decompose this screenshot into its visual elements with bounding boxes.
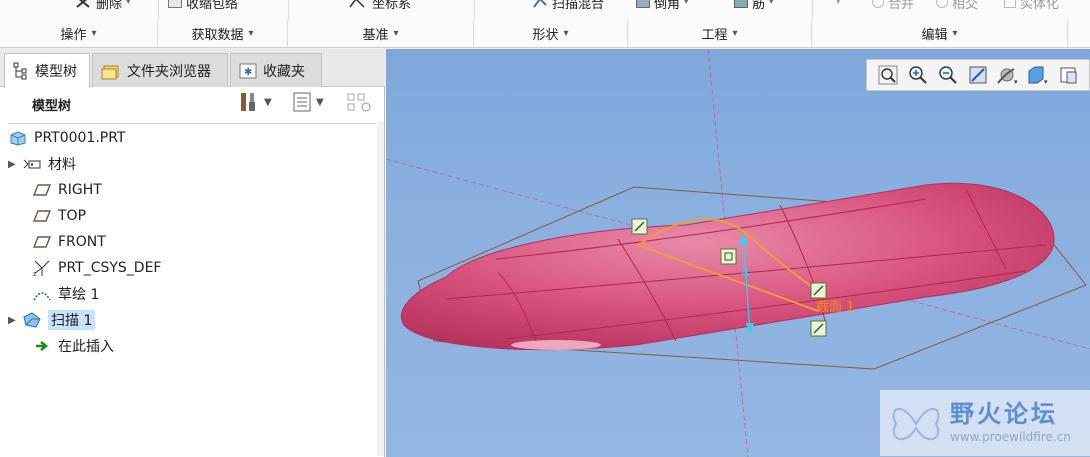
expand-arrow-icon[interactable]: ▶	[8, 315, 22, 326]
datum-plane-icon	[32, 233, 52, 251]
sweep-icon	[22, 311, 42, 329]
list-icon	[293, 92, 311, 112]
delete-button[interactable]: 删除 ▾	[74, 0, 131, 12]
dimension-value[interactable]: 4	[741, 266, 749, 281]
part-icon	[8, 129, 28, 147]
zoom-in-icon	[909, 66, 927, 84]
tab-favorites[interactable]: ✱ 收藏夹	[230, 53, 322, 87]
surface-highlight	[511, 340, 601, 350]
model-tree-icon	[13, 62, 27, 80]
section-label[interactable]: 截面 1	[816, 300, 854, 315]
zoom-out-icon	[939, 66, 957, 84]
zoom-fit-button[interactable]	[875, 63, 901, 87]
ribbon-command-row: 删除 ▾ 收缩包络 坐标系 扫描混合 倒角 ▾ 筋 ▾ ▾ 合并 相交 实体化	[0, 0, 1090, 20]
navigator-tabs: 模型树 文件夹浏览器 ✱ 收藏夹	[0, 49, 385, 88]
sketch-icon	[32, 285, 52, 303]
ribbon: 删除 ▾ 收缩包络 坐标系 扫描混合 倒角 ▾ 筋 ▾ ▾ 合并 相交 实体化 …	[0, 0, 1090, 48]
merge-button[interactable]: 合并	[872, 0, 914, 12]
shrinkwrap-button[interactable]: 收缩包络	[168, 0, 238, 12]
intersect-icon	[936, 0, 948, 8]
csys-icon: z	[32, 259, 52, 277]
delete-icon	[76, 0, 90, 8]
display-style-icon: ▾	[997, 68, 1018, 85]
view-manager-button[interactable]	[1055, 63, 1081, 87]
graphics-viewport[interactable]: 4 截面 1 ▾ ▾ 野火论坛 www.proewildfire.cn	[386, 49, 1090, 457]
rib-button[interactable]: 筋 ▾	[734, 0, 774, 12]
repaint-button[interactable]	[965, 63, 991, 87]
folder-icon	[101, 65, 119, 79]
group-get-data[interactable]: 获取数据	[158, 20, 288, 47]
tree-node-right[interactable]: RIGHT	[32, 178, 102, 202]
saved-views-button[interactable]: ▾	[1025, 63, 1051, 87]
csys-button[interactable]: 坐标系	[346, 0, 411, 12]
tree-node-material[interactable]: ▶ 材料	[8, 152, 76, 176]
datum-plane-icon	[32, 181, 52, 199]
tree-filter-button[interactable]	[346, 91, 374, 113]
chamfer-icon	[636, 0, 650, 8]
insert-here-icon	[32, 337, 52, 355]
group-editing[interactable]: 编辑	[812, 20, 1068, 47]
tab-folder-browser[interactable]: 文件夹浏览器	[92, 53, 228, 87]
tree-node-top[interactable]: TOP	[32, 204, 86, 228]
model-tree: PRT0001.PRT ▶ 材料 RIGHT TOP FRONT z PRT_C…	[8, 123, 376, 453]
swept-blend-button[interactable]: 扫描混合	[532, 0, 604, 12]
group-datum[interactable]: 基准	[288, 20, 474, 47]
tree-node-csys[interactable]: z PRT_CSYS_DEF	[32, 256, 161, 280]
svg-text:✱: ✱	[244, 67, 252, 78]
tab-model-tree[interactable]: 模型树	[4, 53, 90, 88]
expand-arrow-icon[interactable]: ▶	[8, 159, 22, 170]
tree-node-front[interactable]: FRONT	[32, 230, 106, 254]
solidify-icon	[1004, 0, 1016, 8]
chevron-down-icon: ▼	[316, 96, 324, 108]
tree-display-button[interactable]: ▼	[292, 91, 324, 113]
shrinkwrap-icon	[168, 0, 182, 8]
material-icon	[22, 155, 42, 173]
watermark-url: www.proewildfire.cn	[950, 430, 1071, 444]
solidify-button[interactable]: 实体化	[1004, 0, 1059, 12]
datum-plane-icon	[32, 207, 52, 225]
display-style-button[interactable]: ▾	[995, 63, 1021, 87]
tools-icon	[241, 93, 255, 111]
swept-blend-icon	[533, 0, 547, 8]
tree-node-sweep[interactable]: ▶ 扫描 1	[8, 308, 96, 332]
origin-handle[interactable]	[720, 248, 737, 265]
ribbon-group-row: 操作 获取数据 基准 形状 工程 编辑	[0, 20, 1090, 47]
tree-node-insert-here[interactable]: 在此插入	[32, 334, 114, 358]
sweep-surface[interactable]	[401, 182, 1055, 351]
tree-title: 模型树	[32, 99, 72, 114]
view-toolbar: ▾ ▾	[866, 59, 1090, 91]
forum-watermark: 野火论坛 www.proewildfire.cn	[880, 390, 1090, 456]
tree-settings-button[interactable]: ▼	[238, 91, 272, 113]
more-dropdown[interactable]: ▾	[836, 0, 841, 10]
zoom-in-button[interactable]	[905, 63, 931, 87]
svg-text:z: z	[33, 270, 37, 277]
tree-scrollbar[interactable]	[377, 121, 384, 456]
csys-icon	[349, 0, 365, 8]
tree-node-sketch[interactable]: 草绘 1	[32, 282, 99, 306]
tree-filter-icon	[347, 93, 371, 112]
watermark-title: 野火论坛	[950, 400, 1058, 428]
navigator-panel: 模型树 文件夹浏览器 ✱ 收藏夹 模型树 ▼ ▼ PRT0001.PRT ▶ 材…	[0, 49, 385, 457]
favorites-icon: ✱	[239, 63, 257, 78]
group-shapes[interactable]: 形状	[474, 20, 628, 47]
butterfly-logo	[892, 408, 940, 441]
svg-text:▾: ▾	[1044, 78, 1048, 85]
zoom-fit-icon	[878, 65, 898, 85]
rib-icon	[734, 0, 748, 8]
zoom-out-button[interactable]	[935, 63, 961, 87]
group-engineering[interactable]: 工程	[628, 20, 812, 47]
merge-icon	[872, 0, 884, 8]
chamfer-button[interactable]: 倒角 ▾	[636, 0, 689, 12]
repaint-icon	[969, 66, 987, 84]
tree-node-part[interactable]: PRT0001.PRT	[8, 126, 126, 150]
group-operations[interactable]: 操作	[0, 20, 158, 47]
view-manager-icon	[1060, 67, 1077, 84]
saved-views-icon: ▾	[1028, 66, 1048, 85]
intersect-button[interactable]: 相交	[936, 0, 978, 12]
chevron-down-icon: ▼	[264, 96, 272, 108]
svg-text:▾: ▾	[1014, 78, 1018, 85]
